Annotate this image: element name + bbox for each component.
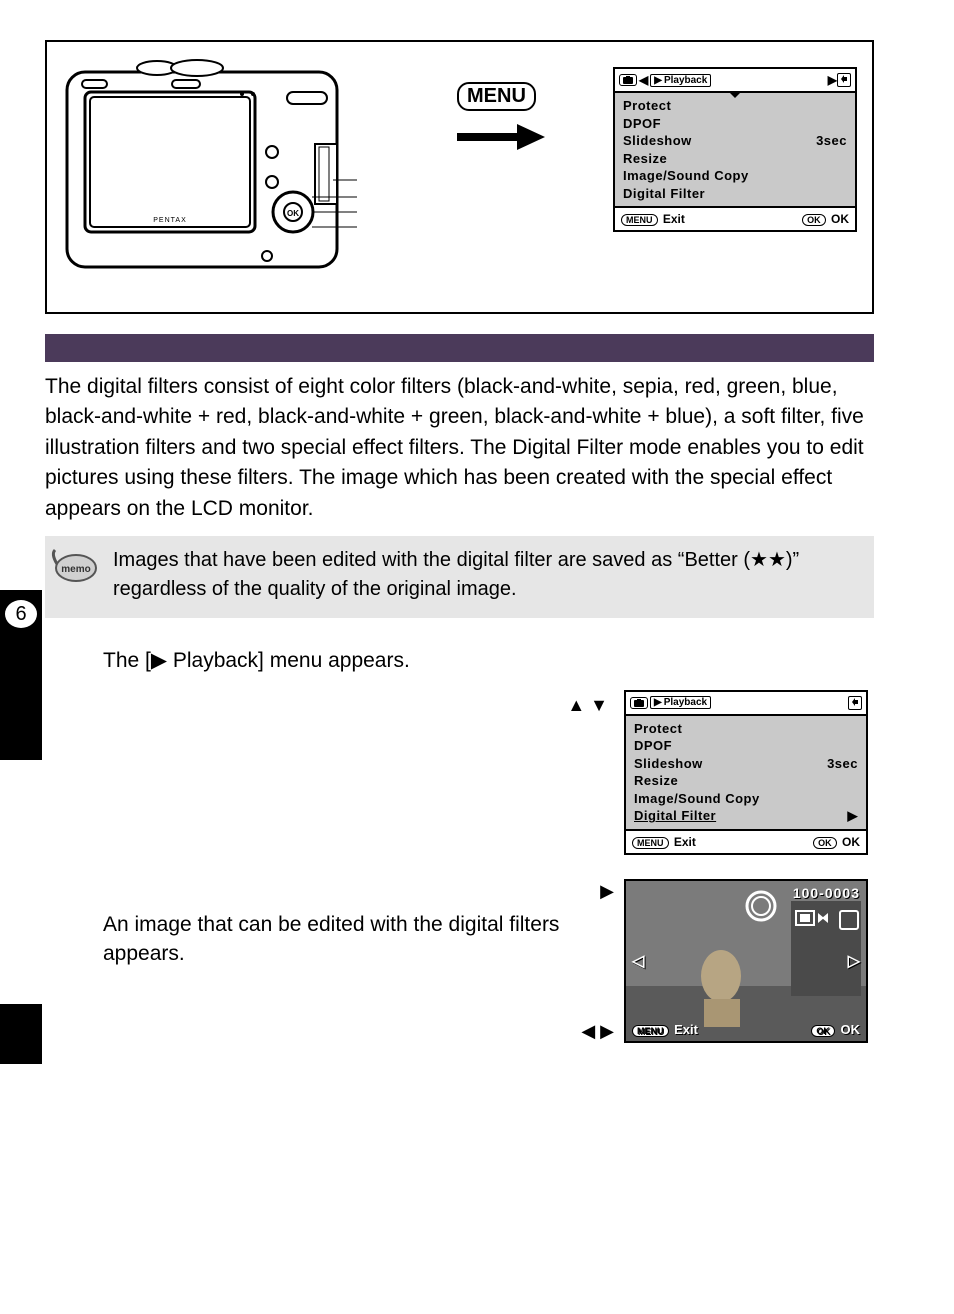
section-heading-bar <box>45 334 874 362</box>
menu1-item-imgcopy: Image/Sound Copy <box>623 167 847 185</box>
camera-illustration: OK PENTAX <box>57 52 357 287</box>
menu2-item-resize: Resize <box>634 772 858 790</box>
menu1-ok-label: OK <box>831 212 849 226</box>
menu2-exit-label: Exit <box>674 835 696 849</box>
playback-menu-2: ▶Playback Protect DPOF Slideshow 3sec Re… <box>624 690 868 855</box>
menu2-slideshow-value: 3sec <box>827 755 858 773</box>
left-right-arrows-icon: ◀ ▶ <box>581 1021 614 1041</box>
side-bottom-block <box>0 1004 42 1064</box>
svg-text:PENTAX: PENTAX <box>153 217 187 224</box>
menu2-ok-label: OK <box>842 835 860 849</box>
svg-text:OK: OK <box>287 209 299 218</box>
camera-tab-icon <box>630 697 648 709</box>
menu1-item-slideshow: Slideshow <box>623 132 692 150</box>
step1-text: The [▶ Playback] menu appears. <box>103 646 864 675</box>
playback-tab: ▶Playback <box>650 696 711 709</box>
chapter-side-tab: 6 <box>0 590 42 760</box>
menu2-item-dpof: DPOF <box>634 737 858 755</box>
menu2-foot: MENU Exit OK OK <box>626 829 866 853</box>
memo-text: Images that have been edited with the di… <box>113 546 862 604</box>
ok-pill-icon: OK <box>813 837 837 849</box>
step2-row: ▲ ▼ ▶Playback Protect <box>45 690 874 855</box>
menu1-tab-label: Playback <box>664 75 707 86</box>
step3-text: An image that can be edited with the dig… <box>103 910 614 969</box>
camera-tab-icon <box>619 74 637 86</box>
step3-row: ▶ An image that can be edited with the d… <box>45 879 874 1044</box>
chapter-number: 6 <box>5 600 37 628</box>
arrow-right-icon <box>457 122 547 152</box>
menu1-item-resize: Resize <box>623 150 847 168</box>
svg-text:memo: memo <box>61 564 90 575</box>
menu1-foot: MENU Exit OK OK <box>615 206 855 230</box>
playback-menu-1: ◀ ▶Playback ▶ Protect DPOF Slideshow 3se… <box>613 67 857 232</box>
setup-tab-icon <box>848 696 862 710</box>
ok-pill-icon: OK <box>802 214 826 226</box>
body-paragraph: The digital filters consist of eight col… <box>45 372 874 524</box>
menu1-slideshow-value: 3sec <box>816 132 847 150</box>
setup-tab-icon <box>837 73 851 87</box>
ok-pill-icon: OK <box>811 1025 835 1037</box>
menu1-item-digfilter: Digital Filter <box>623 185 847 203</box>
menu2-item-protect: Protect <box>634 720 858 738</box>
right-arrow-icon: ▶ <box>848 807 859 825</box>
photo-ok: OK OK <box>811 1022 860 1037</box>
nav-left-icon: ◁ <box>632 951 644 971</box>
menu2-tab-label: Playback <box>664 697 707 708</box>
menu-pill-icon: MENU <box>621 214 658 226</box>
menu1-tabs: ◀ ▶Playback ▶ <box>615 69 855 93</box>
menu1-exit-label: Exit <box>663 212 685 226</box>
memo-block: memo Images that have been edited with t… <box>45 536 874 618</box>
menu1-item-protect: Protect <box>623 97 847 115</box>
menu-pill-icon: MENU <box>632 837 669 849</box>
menu2-body: Protect DPOF Slideshow 3sec Resize Image… <box>626 716 866 829</box>
menu-button-label: MENU <box>457 82 536 111</box>
menu2-item-slideshow: Slideshow <box>634 755 703 773</box>
menu1-body: Protect DPOF Slideshow 3sec Resize Image… <box>615 93 855 206</box>
top-figure-box: OK PENTAX MENU <box>45 40 874 314</box>
playback-tab: ▶Playback <box>650 74 711 87</box>
menu-pill-icon: MENU <box>632 1025 669 1037</box>
photo-exit: MENU Exit <box>632 1022 698 1037</box>
menu2-item-digfilter: Digital Filter <box>634 807 716 825</box>
menu2-tabs: ▶Playback <box>626 692 866 716</box>
menu2-item-imgcopy: Image/Sound Copy <box>634 790 858 808</box>
manual-page: 6 OK PENTAX M <box>0 0 954 1064</box>
image-counter: 100-0003 <box>793 885 860 901</box>
up-down-arrows-icon: ▲ ▼ <box>567 695 608 715</box>
menu1-item-dpof: DPOF <box>623 115 847 133</box>
nav-right-icon: ▷ <box>848 951 860 971</box>
memo-icon: memo <box>49 546 99 604</box>
preview-photo: 100-0003 ◁ ▷ MENU Exit OK OK <box>624 879 868 1043</box>
right-arrow-icon: ▶ <box>600 881 614 901</box>
